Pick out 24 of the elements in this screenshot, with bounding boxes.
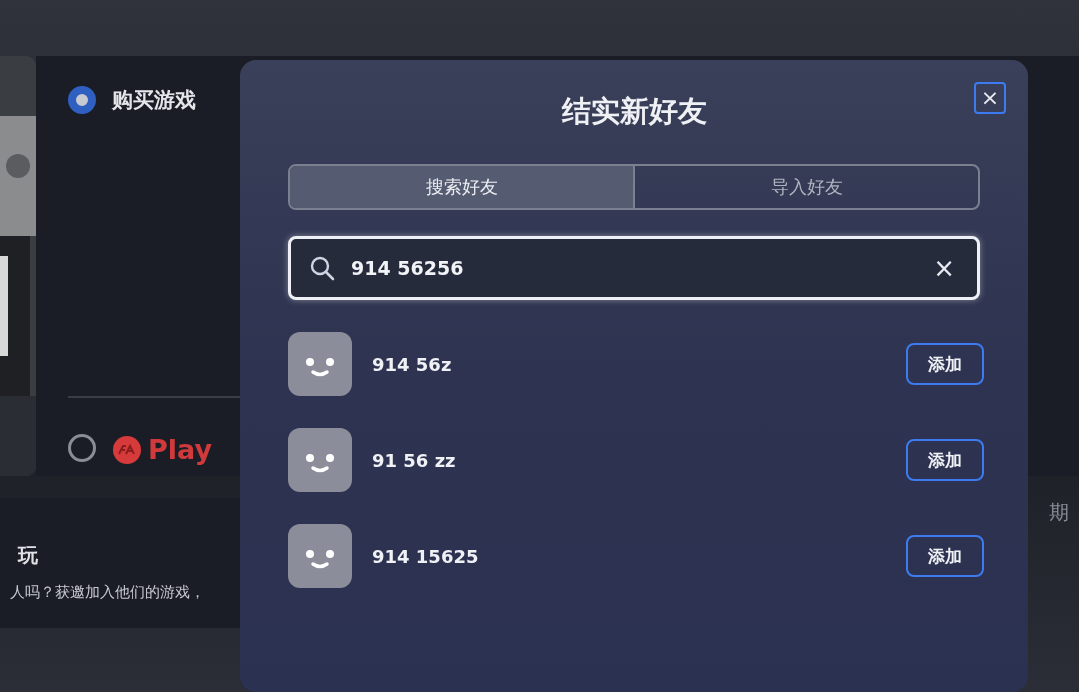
clear-button[interactable]: × [933,253,955,283]
radio-button[interactable] [68,434,96,462]
user-name: 914 15625 [372,545,480,567]
tab[interactable]: 导入好友 [633,166,978,208]
section-title: 玩 [18,542,39,569]
add-button[interactable]: 添加 [906,343,984,385]
ea-play-logo: Play [112,434,213,465]
user-name: 914 56z [372,353,453,375]
section-text: 人吗？获邀加入他们的游戏， [10,583,206,602]
user-name: 91 56 zz [372,449,457,471]
tab[interactable]: 搜索好友 [290,166,633,208]
add-button[interactable]: 添加 [906,535,984,577]
ea-icon [112,434,142,465]
dialog-title: 结实新好友 [561,93,707,130]
search-field[interactable]: 914 56256 × [288,236,980,300]
radio-button[interactable] [68,86,96,114]
column-heading: 期 [1049,499,1069,526]
avatar-icon [288,332,352,396]
option-label: 购买游戏 [112,86,196,114]
search-icon [309,255,335,281]
avatar-icon [288,524,352,588]
avatar-icon [288,428,352,492]
add-button[interactable]: 添加 [906,439,984,481]
close-button[interactable]: × [974,82,1006,114]
